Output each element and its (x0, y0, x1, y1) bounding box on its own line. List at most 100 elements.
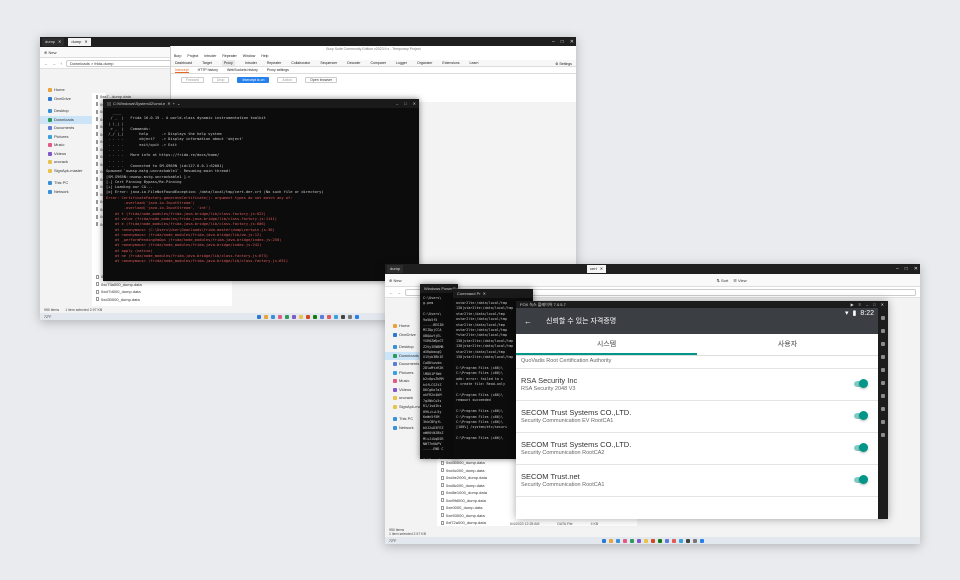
burp-subtab[interactable]: HTTP history (198, 67, 218, 73)
burp-tab[interactable]: Extensions (442, 60, 459, 66)
cert-toggle[interactable] (854, 379, 868, 388)
nav-item[interactable]: This PC (40, 179, 92, 188)
nav-item[interactable]: Music (40, 141, 92, 150)
taskbar-app-icon[interactable] (615, 538, 620, 543)
menu-icon[interactable]: ≡ (859, 301, 861, 308)
explorer-tab[interactable]: dump ✕ (42, 38, 65, 46)
burp-menu-item[interactable]: Help (261, 53, 268, 60)
minimize-icon[interactable]: – (396, 99, 398, 108)
taskbar-app-icon[interactable] (271, 314, 275, 319)
burp-tab[interactable]: Repeater (267, 60, 281, 66)
chevron-down-icon[interactable]: ⌄ (177, 99, 180, 108)
more-icon[interactable] (881, 407, 885, 411)
maximize-icon[interactable]: □ (404, 99, 406, 108)
maximize-icon[interactable]: □ (905, 264, 908, 274)
nav-item[interactable]: Desktop (40, 107, 92, 116)
explorer-tab[interactable]: dump (387, 265, 404, 273)
cert-toggle[interactable] (854, 475, 868, 484)
taskbar-app-icon[interactable] (622, 538, 627, 543)
close-icon[interactable]: ✕ (84, 38, 87, 46)
burp-tab[interactable]: Collaborator (291, 60, 310, 66)
view-button[interactable]: ☰ View (733, 278, 746, 283)
explorer-tab[interactable]: dump ✕ (68, 38, 91, 46)
close-icon[interactable]: ✕ (881, 301, 884, 308)
burp-settings-button[interactable]: ⚙ Settings (555, 62, 572, 66)
burp-button[interactable]: Open browser (305, 77, 338, 83)
taskbar-app-icon[interactable] (664, 538, 669, 543)
sort-button[interactable]: ⇅ Sort (716, 278, 728, 283)
burp-button[interactable]: Action (277, 77, 298, 83)
burp-menu-item[interactable]: Burp (174, 53, 181, 60)
burp-tab[interactable]: Logger (396, 60, 407, 66)
shake-icon[interactable] (881, 368, 885, 372)
close-icon[interactable]: ✕ (413, 99, 416, 108)
home-icon[interactable] (881, 420, 885, 424)
weather-widget[interactable]: 72°F (389, 539, 396, 543)
taskbar-app-icon[interactable] (678, 538, 683, 543)
file-row[interactable]: 0xd30000_dump.data (92, 296, 232, 304)
back-arrow-icon[interactable]: ← (524, 317, 532, 326)
nav-item[interactable]: Downloads (40, 115, 92, 124)
file-row[interactable]: 0xcf7d000_dump.data (92, 288, 232, 296)
taskbar-app-icon[interactable] (692, 538, 697, 543)
tab-user[interactable]: 사용자 (697, 334, 878, 355)
taskbar-app-icon[interactable] (685, 538, 690, 543)
keyboard-icon[interactable] (881, 316, 885, 320)
taskbar-app-icon[interactable] (341, 314, 345, 319)
maximize-icon[interactable]: □ (873, 301, 875, 308)
nav-item[interactable]: Documents (40, 124, 92, 133)
weather-widget[interactable]: 72°F (44, 315, 51, 319)
taskbar-app-icon[interactable] (306, 314, 310, 319)
taskbar-app-icon[interactable] (334, 314, 338, 319)
taskbar-app-icon[interactable] (285, 314, 289, 319)
burp-tab[interactable]: Decoder (347, 60, 360, 66)
close-icon[interactable]: ✕ (914, 264, 918, 274)
back-icon[interactable] (881, 433, 885, 437)
burp-tab[interactable]: Organizer (417, 60, 432, 66)
burp-tab[interactable]: Dashboard (175, 60, 192, 66)
burp-menu-item[interactable]: Intruder (204, 53, 216, 60)
file-row[interactable]: 0xc73a000_dump.data (92, 281, 232, 289)
burp-tab[interactable]: Target (202, 60, 212, 66)
play-icon[interactable]: ▶ (851, 301, 854, 308)
forward-icon[interactable]: → (397, 290, 401, 295)
screenshot-icon[interactable] (881, 342, 885, 346)
taskbar-app-icon[interactable] (320, 314, 324, 319)
volume-icon[interactable] (881, 329, 885, 333)
minimize-icon[interactable]: – (896, 264, 899, 274)
cert-item[interactable]: RSA Security Inc RSA Security 2048 V3 (516, 369, 878, 401)
cert-item[interactable]: SECOM Trust.net Security Communication Ro… (516, 465, 878, 497)
nav-item[interactable]: Home (40, 86, 92, 95)
cert-toggle[interactable] (854, 443, 868, 452)
burp-button[interactable]: Intercept is on (237, 77, 270, 83)
apk-icon[interactable] (881, 394, 885, 398)
taskbar-app-icon[interactable] (355, 314, 359, 319)
burp-tab[interactable]: Intruder (245, 60, 257, 66)
taskbar-app-icon[interactable] (278, 314, 282, 319)
taskbar-app-icon[interactable] (264, 314, 268, 319)
back-icon[interactable]: ← (44, 61, 48, 66)
nav-item[interactable]: SignApk-master (40, 167, 92, 176)
burp-tab[interactable]: Comparer (371, 60, 387, 66)
cert-item[interactable]: SECOM Trust Systems CO.,LTD. Security Com… (516, 401, 878, 433)
new-button[interactable]: ⊕ New (389, 278, 401, 283)
taskbar-app-icon[interactable] (671, 538, 676, 543)
nav-item[interactable]: Videos (40, 150, 92, 159)
close-icon[interactable]: ✕ (600, 265, 603, 273)
taskbar-app-icon[interactable] (629, 538, 634, 543)
taskbar-app-icon[interactable] (601, 538, 606, 543)
close-tab-icon[interactable]: ✕ (483, 289, 486, 298)
burp-menu-item[interactable]: Window (243, 53, 255, 60)
taskbar-app-icon[interactable] (699, 538, 704, 543)
back-icon[interactable]: ← (389, 290, 393, 295)
close-tab-icon[interactable]: ✕ (167, 99, 170, 108)
nav-item[interactable]: OneDrive (40, 95, 92, 104)
cert-item[interactable]: SECOM Trust Systems CO.,LTD. Security Com… (516, 433, 878, 465)
nav-item[interactable]: uncrack (40, 158, 92, 167)
taskbar-app-icon[interactable] (650, 538, 655, 543)
burp-button[interactable]: Forward (181, 77, 204, 83)
rotate-icon[interactable] (881, 381, 885, 385)
burp-subtab[interactable]: Proxy settings (267, 67, 289, 73)
burp-menu-item[interactable]: Project (187, 53, 198, 60)
taskbar-app-icon[interactable] (636, 538, 641, 543)
